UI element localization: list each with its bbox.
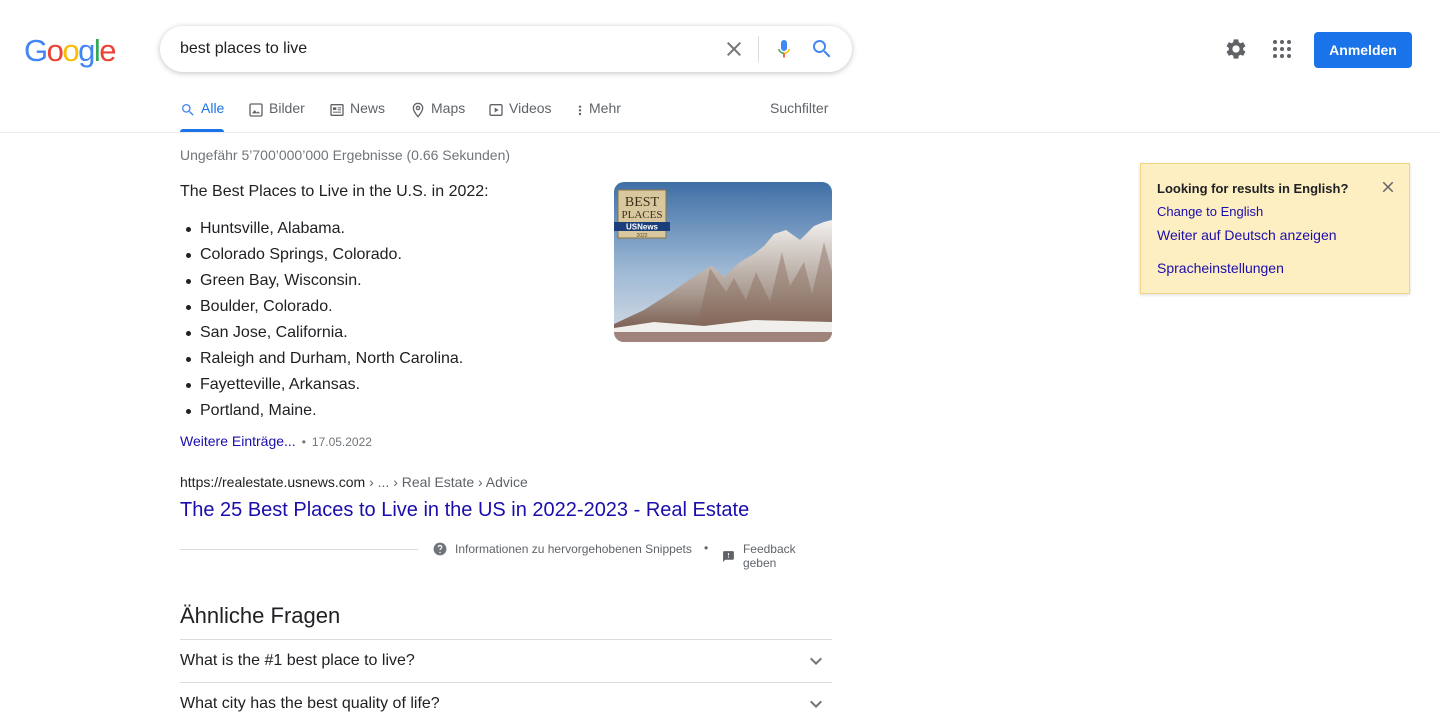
list-item: Fayetteville, Arkansas. xyxy=(185,372,463,398)
list-item: Raleigh and Durham, North Carolina. xyxy=(185,346,463,372)
result-stats: Ungefähr 5’700’000’000 Ergebnisse (0.66 … xyxy=(180,147,511,163)
video-icon xyxy=(489,104,503,116)
logo-letter: g xyxy=(78,33,95,68)
tab-label: News xyxy=(350,100,386,116)
search-divider xyxy=(758,36,759,62)
list-item: San Jose, California. xyxy=(185,320,463,346)
search-tools-button[interactable]: Suchfilter xyxy=(770,100,828,116)
chevron-down-icon xyxy=(810,657,822,665)
cite-path: › ... › Real Estate › Advice xyxy=(365,474,528,490)
badge-line2: PLACES xyxy=(622,209,663,221)
mic-icon xyxy=(778,40,790,58)
tab-label: Mehr xyxy=(589,100,621,116)
list-item: Huntsville, Alabama. xyxy=(185,216,463,242)
related-question[interactable]: What is the #1 best place to live? xyxy=(180,639,832,682)
signin-button[interactable]: Anmelden xyxy=(1314,32,1412,68)
search-input[interactable] xyxy=(180,38,700,60)
related-questions-title: Ähnliche Fragen xyxy=(180,603,341,628)
language-settings-link[interactable]: Spracheinstellungen xyxy=(1157,260,1284,276)
chevron-down-icon xyxy=(810,700,822,708)
close-icon xyxy=(727,42,741,56)
image-icon xyxy=(249,103,263,117)
feedback-link[interactable]: Feedback geben xyxy=(722,542,832,570)
feedback-label: Feedback geben xyxy=(742,542,796,570)
close-icon xyxy=(1382,181,1394,193)
help-icon xyxy=(433,542,447,556)
clear-search-button[interactable] xyxy=(722,37,746,61)
cite-domain: https://realestate.usnews.com xyxy=(180,474,366,490)
logo-letter: e xyxy=(99,33,116,68)
search-icon xyxy=(182,104,194,116)
tab-label: Bilder xyxy=(269,100,305,116)
list-item: Colorado Springs, Colorado. xyxy=(185,242,463,268)
tab-more[interactable]: Mehr xyxy=(576,100,621,132)
footer-divider xyxy=(180,549,418,550)
more-vert-icon xyxy=(578,105,582,116)
featured-snippet-image[interactable]: BEST PLACES USNews 2022 xyxy=(614,182,832,342)
gear-icon xyxy=(1226,39,1246,59)
tab-all[interactable]: Alle xyxy=(180,100,225,132)
map-pin-icon xyxy=(412,102,424,118)
google-apps-button[interactable] xyxy=(1270,37,1294,61)
search-submit-button[interactable] xyxy=(810,37,834,61)
settings-button[interactable] xyxy=(1224,37,1248,61)
language-notice: Looking for results in English? Change t… xyxy=(1140,163,1410,294)
question-text: What city has the best quality of life? xyxy=(180,695,440,712)
language-notice-title: Looking for results in English? xyxy=(1157,181,1349,196)
logo-letter: G xyxy=(24,33,48,68)
featured-snippet-list: Huntsville, Alabama. Colorado Springs, C… xyxy=(185,216,463,424)
snippet-footer: Informationen zu hervorgehobenen Snippet… xyxy=(180,540,832,570)
search-icon xyxy=(813,40,831,58)
snippet-info-link[interactable]: Informationen zu hervorgehobenen Snippet… xyxy=(433,542,692,556)
snippet-date: 17.05.2022 xyxy=(311,435,372,449)
mountain-photo: BEST PLACES USNews 2022 xyxy=(614,182,832,342)
result-title-link[interactable]: The 25 Best Places to Live in the US in … xyxy=(180,499,749,522)
google-logo[interactable]: Google xyxy=(24,33,116,69)
change-to-english-link[interactable]: Change to English xyxy=(1157,204,1263,219)
more-entries-row: Weitere Einträge... • 17.05.2022 xyxy=(180,433,372,449)
result-url[interactable]: https://realestate.usnews.com › ... › Re… xyxy=(180,474,528,490)
more-entries-link[interactable]: Weitere Einträge... xyxy=(180,433,296,449)
continue-german-link[interactable]: Weiter auf Deutsch anzeigen xyxy=(1157,227,1337,243)
separator-dot: • xyxy=(301,435,306,449)
featured-snippet-heading: The Best Places to Live in the U.S. in 2… xyxy=(180,183,489,200)
list-item: Boulder, Colorado. xyxy=(185,294,463,320)
voice-search-button[interactable] xyxy=(772,37,796,61)
tab-news[interactable]: News xyxy=(329,100,385,132)
logo-letter: o xyxy=(62,33,79,68)
tab-label: Alle xyxy=(201,100,225,116)
badge-tag: 2022 xyxy=(636,233,647,239)
search-box xyxy=(160,26,852,72)
tab-maps[interactable]: Maps xyxy=(410,100,465,132)
info-label: Informationen zu hervorgehobenen Snippet… xyxy=(455,542,692,556)
search-tabs: Alle Bilder News Maps Videos Mehr Suchfi… xyxy=(180,100,832,132)
tab-label: Maps xyxy=(431,100,466,116)
list-item: Portland, Maine. xyxy=(185,398,463,424)
tab-label: Videos xyxy=(509,100,552,116)
list-item: Green Bay, Wisconsin. xyxy=(185,268,463,294)
badge-brand: USNews xyxy=(626,223,659,232)
apps-grid-icon xyxy=(1273,40,1291,58)
tab-images[interactable]: Bilder xyxy=(248,100,305,132)
tab-videos[interactable]: Videos xyxy=(488,100,552,132)
badge-line1: BEST xyxy=(625,195,660,210)
question-text: What is the #1 best place to live? xyxy=(180,652,415,669)
logo-letter: o xyxy=(46,33,64,68)
header-divider xyxy=(0,132,1440,133)
related-question[interactable]: What city has the best quality of life? xyxy=(180,682,832,712)
separator-dot: • xyxy=(704,541,709,555)
news-icon xyxy=(330,104,344,116)
feedback-icon xyxy=(723,550,734,562)
dismiss-notice-button[interactable] xyxy=(1379,178,1397,196)
